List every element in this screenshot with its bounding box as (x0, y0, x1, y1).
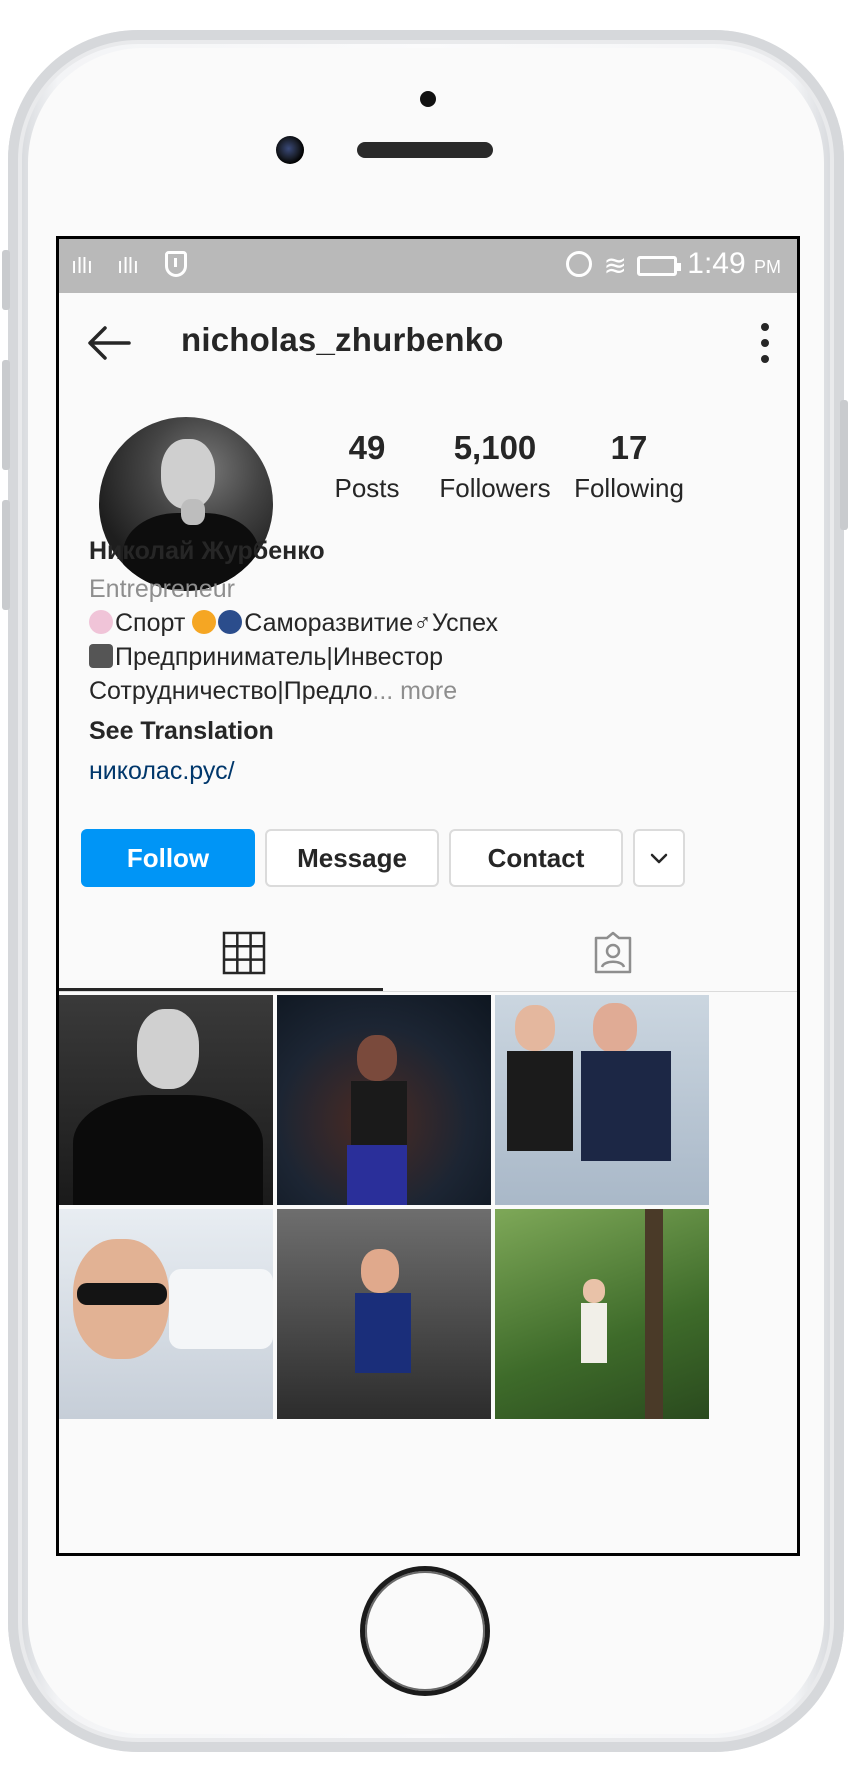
profile-header: nicholas_zhurbenko (59, 293, 797, 393)
bio-line-3: Сотрудничество|Предло... more (89, 677, 458, 705)
app-screen: ıllı ıllı ≋ 1:49 PM nicholas_zhurbenko 4… (56, 236, 800, 1556)
front-camera-icon (276, 136, 304, 164)
following-label: Following (574, 473, 684, 503)
tagged-icon (594, 931, 631, 974)
profile-tabs (59, 915, 797, 992)
follow-button[interactable]: Follow (81, 829, 255, 887)
avatar-hand (181, 499, 205, 525)
vertical-dots-icon[interactable] (755, 317, 775, 369)
following-count: 17 (610, 429, 648, 466)
post-thumbnail-3[interactable] (495, 995, 709, 1205)
side-button-silent (2, 250, 10, 310)
home-button[interactable] (360, 1566, 490, 1696)
tab-tagged[interactable] (428, 915, 797, 991)
contact-button[interactable]: Contact (449, 829, 623, 887)
message-button[interactable]: Message (265, 829, 439, 887)
page-title: nicholas_zhurbenko (181, 321, 504, 358)
display-name: Николай Журбенко (89, 537, 325, 565)
briefcase-icon (89, 644, 113, 668)
bio-line-1: Спорт Саморазвитие♂Успех (89, 609, 498, 638)
suggestions-dropdown-button[interactable] (633, 829, 685, 887)
signal-icon-2: ıllı (117, 253, 139, 278)
side-button-volume-down (2, 500, 10, 610)
stat-following[interactable]: 17 Following (549, 429, 709, 504)
post-thumbnail-1[interactable] (59, 995, 273, 1205)
bio-line-2: Предприниматель|Инвестор (89, 643, 443, 672)
profile-category: Entrepreneur (89, 575, 235, 603)
posts-grid (59, 995, 797, 1553)
status-bar: ıllı ıllı ≋ 1:49 PM (59, 239, 797, 293)
see-translation-link[interactable]: See Translation (89, 717, 274, 746)
post-thumbnail-6[interactable] (495, 1209, 709, 1419)
proximity-sensor (420, 91, 436, 107)
arrow-left-icon[interactable] (81, 315, 137, 371)
post-thumbnail-4[interactable] (59, 1209, 273, 1419)
signal-icon: ıllı (71, 253, 93, 278)
clock: 1:49 PM (687, 247, 781, 280)
earpiece-speaker (357, 142, 493, 158)
alarm-icon (566, 251, 592, 277)
side-button-volume-up (2, 360, 10, 470)
grid-icon (222, 931, 265, 975)
graduation-cap-icon (218, 610, 243, 634)
side-button-power (840, 400, 848, 530)
tab-grid[interactable] (59, 915, 428, 991)
shield-icon (165, 251, 187, 277)
active-tab-indicator (59, 988, 383, 991)
battery-icon (637, 256, 681, 276)
more-link[interactable]: more (393, 677, 457, 705)
muscle-emoji-icon (89, 610, 113, 634)
posts-label: Posts (334, 473, 400, 503)
profile-website-link[interactable]: николас.рус/ (89, 757, 235, 786)
posts-count: 49 (348, 429, 386, 466)
chevron-down-icon (650, 853, 668, 864)
post-thumbnail-2[interactable] (277, 995, 491, 1205)
post-thumbnail-5[interactable] (277, 1209, 491, 1419)
wifi-icon: ≋ (603, 250, 627, 281)
person-emoji-icon (192, 610, 217, 634)
stat-posts[interactable]: 49 Posts (307, 429, 427, 504)
